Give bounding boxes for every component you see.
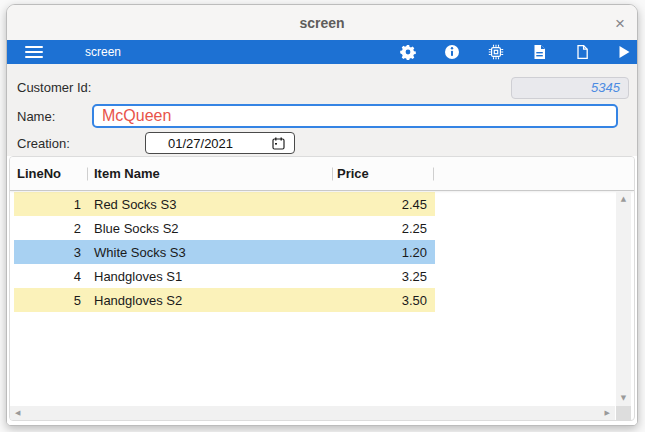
- table-body: 1 Red Socks S3 2.45 2 Blue Socks S2 2.25…: [10, 191, 634, 312]
- close-icon[interactable]: ×: [615, 14, 625, 31]
- scroll-up-icon[interactable]: ▲: [621, 196, 626, 203]
- calendar-icon[interactable]: [272, 137, 285, 150]
- cell-lineno: 5: [14, 293, 88, 308]
- cell-lineno: 1: [14, 197, 88, 212]
- table-row[interactable]: 5 Handgloves S2 3.50: [14, 288, 435, 312]
- customer-id-field: 5345: [511, 77, 629, 99]
- vertical-scrollbar[interactable]: ▲ ▼: [616, 192, 631, 406]
- creation-date-value: 01/27/2021: [168, 136, 272, 151]
- menu-icon[interactable]: [25, 46, 43, 58]
- creation-date-input[interactable]: 01/27/2021: [145, 132, 295, 154]
- table-row[interactable]: 4 Handgloves S1 3.25: [14, 264, 435, 288]
- column-header-lineno[interactable]: LineNo: [10, 157, 88, 190]
- chip-icon[interactable]: [488, 44, 504, 60]
- items-table: LineNo Item Name Price 1 Red Socks S3 2.…: [9, 156, 635, 421]
- table-row[interactable]: 2 Blue Socks S2 2.25: [14, 216, 435, 240]
- column-header-price[interactable]: Price: [333, 157, 434, 190]
- cell-lineno: 3: [14, 245, 88, 260]
- toolbar-icons: [400, 44, 633, 60]
- cell-lineno: 2: [14, 221, 88, 236]
- scroll-left-icon[interactable]: ◀: [15, 410, 20, 417]
- cell-item-name: Handgloves S2: [88, 293, 334, 308]
- window-title: screen: [299, 15, 344, 31]
- table-header: LineNo Item Name Price: [10, 157, 634, 191]
- table-row-selected[interactable]: 3 White Socks S3 1.20: [14, 240, 435, 264]
- toolbar: screen: [7, 40, 637, 64]
- play-icon[interactable]: [618, 45, 631, 59]
- name-label: Name:: [17, 109, 92, 124]
- settings-gear-icon[interactable]: [400, 44, 416, 60]
- cell-item-name: Blue Socks S2: [88, 221, 334, 236]
- cell-price: 2.45: [334, 197, 430, 212]
- table-area: LineNo Item Name Price 1 Red Socks S3 2.…: [7, 156, 637, 425]
- cell-price: 2.25: [334, 221, 430, 236]
- cell-lineno: 4: [14, 269, 88, 284]
- customer-id-label: Customer Id:: [17, 80, 91, 95]
- creation-label: Creation:: [17, 136, 92, 151]
- column-header-item-name[interactable]: Item Name: [88, 157, 333, 190]
- horizontal-scrollbar[interactable]: ◀ ▶: [10, 406, 615, 420]
- document-text-icon[interactable]: [532, 44, 547, 60]
- toolbar-app-label: screen: [85, 45, 121, 59]
- form-panel: Customer Id: 5345 Name: Creation: 01/27/…: [7, 64, 637, 156]
- cell-item-name: White Socks S3: [88, 245, 334, 260]
- name-input[interactable]: [92, 104, 618, 128]
- cell-price: 3.25: [334, 269, 430, 284]
- scroll-right-icon[interactable]: ▶: [605, 410, 610, 417]
- document-blank-icon[interactable]: [575, 44, 590, 60]
- table-row[interactable]: 1 Red Socks S3 2.45: [14, 192, 435, 216]
- cell-item-name: Handgloves S1: [88, 269, 334, 284]
- title-bar: screen ×: [7, 5, 637, 40]
- scrollbar-corner: [616, 406, 631, 420]
- cell-item-name: Red Socks S3: [88, 197, 334, 212]
- info-icon[interactable]: [444, 44, 460, 60]
- app-window: screen × screen: [6, 4, 638, 426]
- cell-price: 3.50: [334, 293, 430, 308]
- scroll-down-icon[interactable]: ▼: [621, 395, 626, 402]
- cell-price: 1.20: [334, 245, 430, 260]
